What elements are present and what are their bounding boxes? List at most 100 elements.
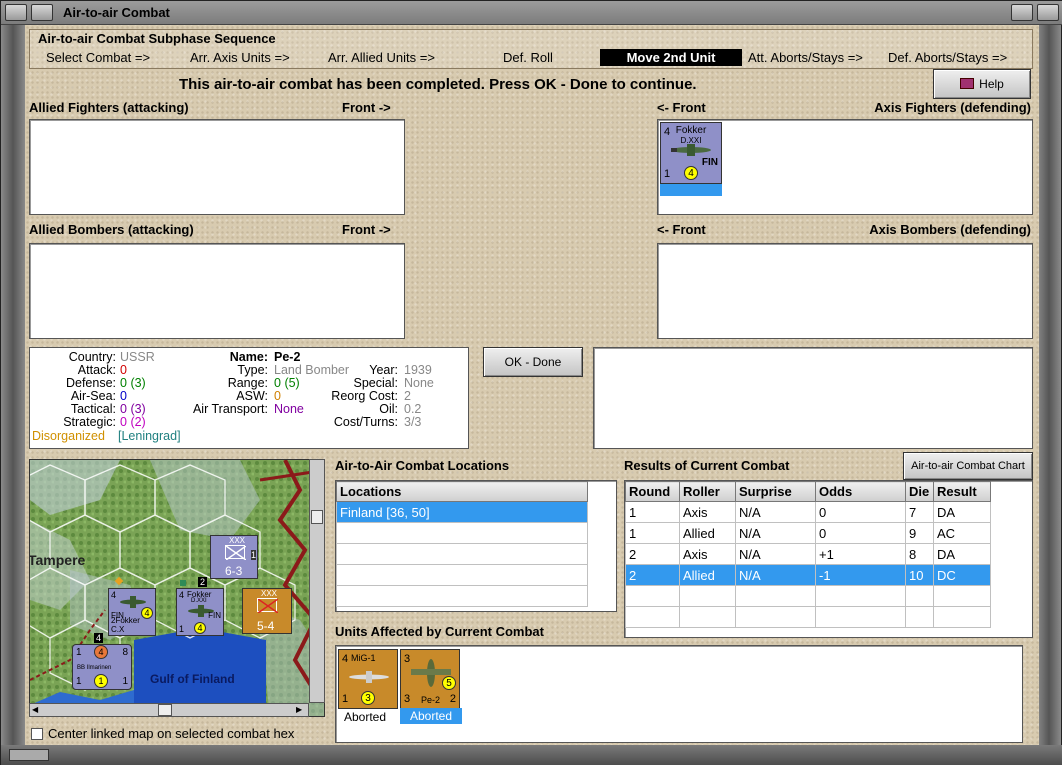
costturns-label: Cost/Turns: [333,415,398,429]
maximize-button[interactable] [1011,4,1033,21]
center-map-label: Center linked map on selected combat hex [48,726,295,741]
window: Air-to-air Combat Air-to-air Combat Subp… [0,0,1062,765]
strategic-label: Strategic: [63,415,116,429]
system-menu-button[interactable] [5,4,27,21]
locations-table: Locations Finland [36, 50] [336,481,588,607]
strategic-value: 0 (2) [120,415,146,429]
location-row-empty [336,522,588,544]
affected-unit-mig1[interactable]: 4 MiG-1 1 3 [338,649,398,709]
locations-title: Air-to-Air Combat Locations [335,458,510,473]
sequence-title: Air-to-air Combat Subphase Sequence [38,31,276,46]
name-label: Name: [229,350,268,364]
center-map-checkbox[interactable] [31,728,43,740]
col-result: Result [933,481,991,502]
results-row[interactable]: 1 Axis N/A 0 7 DA [625,501,991,523]
col-odds: Odds [815,481,906,502]
close-button[interactable] [1037,4,1059,21]
dialog-content: Air-to-air Combat Subphase Sequence Sele… [25,25,1039,745]
attack-value: 0 [120,363,127,377]
step-arr-axis-units: Arr. Axis Units => [190,50,290,65]
map-vscroll-thumb[interactable] [311,510,323,524]
oil-value: 0.2 [404,402,422,416]
status-message: This air-to-air combat has been complete… [179,76,697,93]
ok-done-button[interactable]: OK - Done [483,347,583,377]
allied-fighters-label: Allied Fighters (attacking) [29,100,189,115]
type-value: Land Bomber [274,363,350,377]
year-label: Year: [369,363,398,377]
axis-fighters-box[interactable]: 4 Fokker D.XXI FIN 1 4 [657,119,1033,215]
status-value: Disorganized [32,429,105,443]
frame-right [1037,25,1061,745]
step-att-aborts: Att. Aborts/Stays => [748,50,863,65]
special-label: Special: [353,376,398,390]
unit-selection-bar [660,184,722,196]
title-bar[interactable]: Air-to-air Combat [1,1,1062,25]
axis-fighter-unit[interactable]: 4 Fokker D.XXI FIN 1 4 [660,122,722,184]
map-horizontal-scrollbar[interactable]: ◀ ▶ [29,703,309,717]
allied-fighters-front: Front -> [342,100,391,115]
unit-info-panel: Country: USSR Attack: 0 Defense: 0 (3) A… [29,347,469,449]
axis-bombers-box[interactable] [657,243,1033,339]
scroll-right-arrow-icon[interactable]: ▶ [296,705,306,715]
map-fighter-unit-fokker-cx[interactable]: 4 FIN 2Fokker C.X 4 [108,588,156,636]
results-title: Results of Current Combat [624,458,790,473]
help-book-icon [960,78,975,89]
airtransport-value: None [274,402,304,416]
frame-left [1,25,25,745]
reorg-label: Reorg Cost: [331,389,398,403]
linked-map[interactable]: Tampere XXX 6-3 1 4 FIN 2Fokker C.X 4 4 … [29,459,325,717]
fighter-plane-icon [120,596,146,608]
help-label: Help [979,77,1004,91]
map-hscroll-thumb[interactable] [158,704,172,716]
combat-chart-button[interactable]: Air-to-air Combat Chart [903,452,1033,480]
infantry-symbol-icon [225,545,247,561]
col-round: Round [625,481,680,502]
locations-table-box: Locations Finland [36, 50] [335,480,617,612]
costturns-value: 3/3 [404,415,422,429]
tactical-value: 0 (3) [120,402,146,416]
oil-label: Oil: [379,402,398,416]
map-fighter-unit-fokker-dxxi[interactable]: 4 Fokker D.XXI FIN 1 4 [176,588,224,636]
map-naval-unit[interactable]: 1 4 8 BB Ilmarinen 1 1 1 [72,644,132,690]
unit-nation: FIN [701,157,718,168]
location-row[interactable]: Finland [36, 50] [336,501,588,523]
reorg-value: 2 [404,389,411,403]
col-surprise: Surprise [735,481,816,502]
results-row[interactable]: 2 Axis N/A +1 8 DA [625,543,991,565]
year-value: 1939 [404,363,432,377]
subphase-sequence: Air-to-air Combat Subphase Sequence Sele… [29,29,1033,69]
minimize-button[interactable] [31,4,53,21]
results-table-box: Round Roller Surprise Odds Die Result 1A… [624,480,1033,638]
location-row-empty [336,564,588,586]
axis-bombers-label: Axis Bombers (defending) [869,222,1031,237]
map-stack-count: 2 [198,577,208,587]
location-row-empty [336,543,588,565]
allied-bombers-front: Front -> [342,222,391,237]
asw-value: 0 [274,389,281,403]
tactical-label: Tactical: [70,402,116,416]
results-row[interactable]: 1 Allied N/A 0 9 AC [625,522,991,544]
frame-bottom [1,745,1062,765]
map-vertical-scrollbar[interactable] [309,459,325,703]
col-roller: Roller [679,481,736,502]
map-marker-icon [180,580,186,586]
range-label: Range: [227,376,268,390]
type-label: Type: [237,363,268,377]
resize-grip[interactable] [9,749,49,761]
results-row-selected[interactable]: 2 Allied N/A -1 10 DC [625,564,991,586]
unit-move: 4 [684,166,698,180]
affected-unit-pe2[interactable]: 3 Pe-2 3 2 5 [400,649,460,709]
help-button[interactable]: Help [933,69,1031,99]
allied-fighters-box[interactable] [29,119,405,215]
map-corps-unit-6-3[interactable]: XXX 6-3 1 [210,535,258,579]
step-select-combat: Select Combat => [46,50,151,65]
allied-bombers-label: Allied Bombers (attacking) [29,222,194,237]
results-table: Round Roller Surprise Odds Die Result 1A… [625,481,991,628]
allied-bombers-box[interactable] [29,243,405,339]
affected-title: Units Affected by Current Combat [335,624,544,639]
scroll-left-arrow-icon[interactable]: ◀ [32,705,42,715]
map-corps-unit-5-4[interactable]: XXX 5-4 [242,588,292,634]
step-move-2nd-unit: Move 2nd Unit [600,49,742,66]
unit-range: 1 [664,168,671,180]
axis-fighters-label: Axis Fighters (defending) [874,100,1031,115]
